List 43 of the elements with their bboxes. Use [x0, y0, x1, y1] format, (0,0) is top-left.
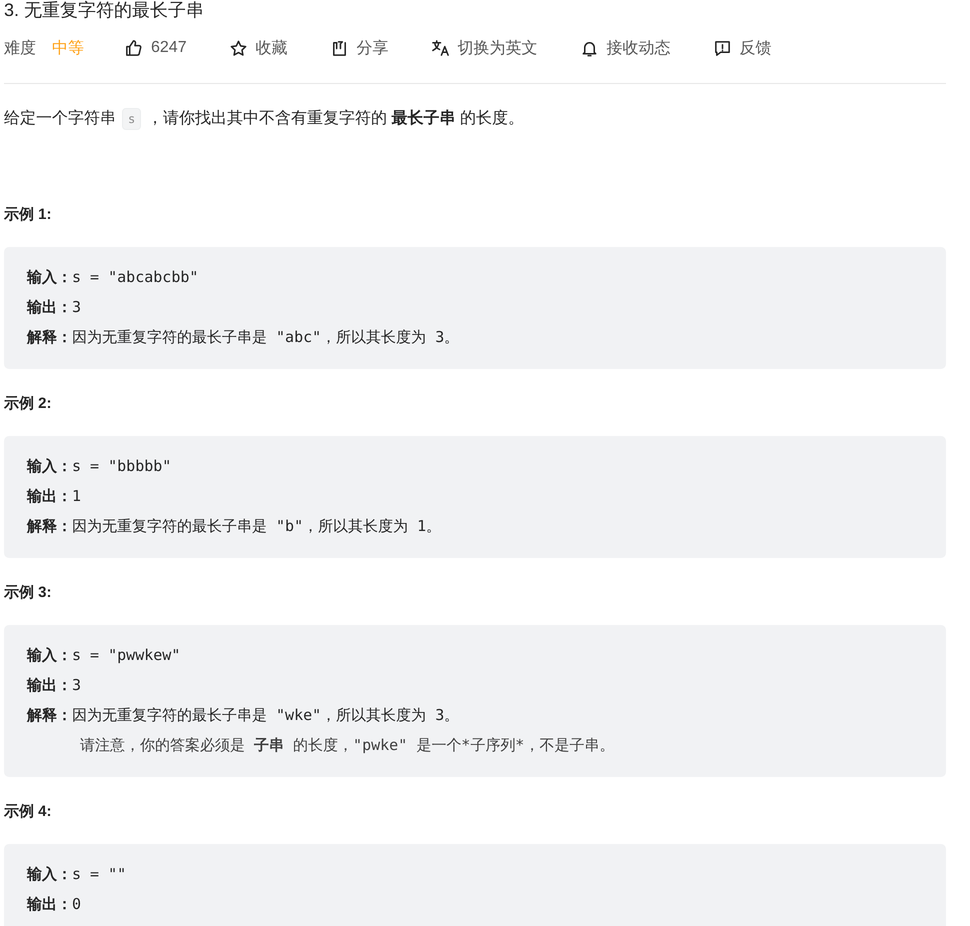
inline-code: s: [122, 108, 142, 130]
field-label: 解释：: [27, 516, 72, 537]
field-value: s = "pwwkew": [72, 645, 180, 666]
description-text: 给定一个字符串: [4, 108, 116, 129]
field-value: s = "bbbbb": [72, 456, 172, 477]
field-value: 3: [72, 675, 82, 696]
translate-icon: [430, 38, 450, 58]
field-label: 输出：: [27, 675, 72, 696]
example-heading: 示例 2:: [4, 394, 53, 414]
problem-title: 3. 无重复字符的最长子串: [4, 0, 206, 21]
field-label: 输入：: [27, 864, 72, 885]
share-button[interactable]: 分享: [330, 38, 389, 58]
translate-button[interactable]: 切换为英文: [430, 38, 538, 58]
like-button[interactable]: 6247: [124, 38, 187, 58]
example-heading: 示例 4:: [4, 802, 53, 822]
field-value: 因为无重复字符的最长子串是 "wke"，所以其长度为 3。: [72, 705, 460, 726]
description-text: ，请你找出其中不含有重复字符的 最长子串 的长度。: [147, 108, 524, 129]
field-label: 解释：: [27, 705, 72, 726]
thumbs-up-icon: [124, 38, 143, 58]
star-icon: [228, 38, 248, 58]
field-value: 因为无重复字符的最长子串是 "b"，所以其长度为 1。: [72, 516, 442, 537]
example-heading: 示例 3:: [4, 583, 53, 603]
field-value: 1: [72, 486, 82, 507]
feedback-icon: [712, 38, 732, 58]
note-text: 请注意，你的答案必须是 子串 的长度，"pwke" 是一个*子序列*，不是子串。: [79, 735, 614, 756]
field-label: 输出：: [27, 894, 72, 915]
example-heading: 示例 1:: [4, 205, 53, 225]
field-value: 0: [72, 894, 82, 915]
field-label: 输入：: [27, 267, 72, 288]
field-label: 输入：: [27, 456, 72, 477]
field-value: s = "": [72, 864, 126, 885]
bell-button[interactable]: 接收动态: [580, 38, 671, 58]
field-value: s = "abcabcbb": [72, 267, 198, 288]
field-label: 输出：: [27, 486, 72, 507]
difficulty-value: 中等: [52, 38, 84, 58]
field-label: 解释：: [27, 327, 72, 348]
field-value: 3: [72, 297, 82, 318]
difficulty-label: 难度: [4, 38, 36, 58]
feedback-button[interactable]: 反馈: [712, 38, 772, 58]
field-label: 输入：: [27, 645, 72, 666]
field-value: 因为无重复字符的最长子串是 "abc"，所以其长度为 3。: [72, 327, 460, 348]
field-label: 输出：: [27, 297, 72, 318]
star-button[interactable]: 收藏: [228, 38, 288, 58]
